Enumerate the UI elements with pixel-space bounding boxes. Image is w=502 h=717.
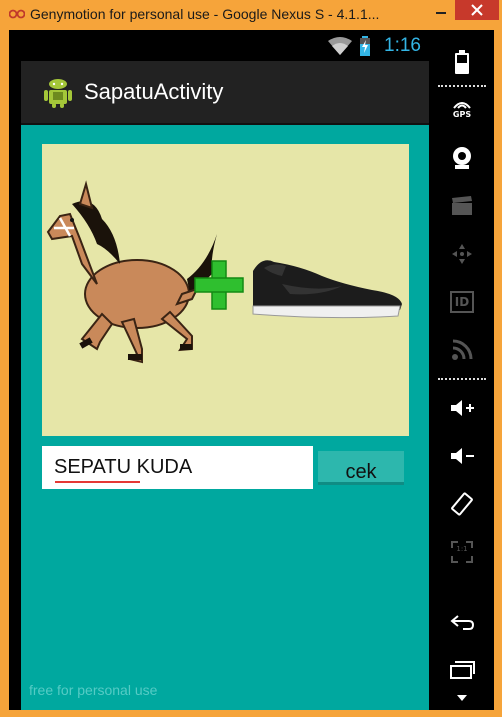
answer-input[interactable]: SEPATU KUDA bbox=[42, 446, 313, 489]
genymotion-icon bbox=[9, 9, 25, 19]
rss-icon bbox=[452, 339, 473, 360]
close-button[interactable] bbox=[455, 0, 499, 20]
gps-widget[interactable]: GPS bbox=[446, 92, 478, 124]
recent-apps-button[interactable] bbox=[446, 654, 478, 686]
battery-widget[interactable] bbox=[446, 46, 478, 78]
activity-title: SapatuActivity bbox=[84, 79, 224, 104]
watermark: free for personal use bbox=[29, 682, 158, 698]
window-title: Genymotion for personal use - Google Nex… bbox=[30, 6, 380, 22]
network-widget[interactable] bbox=[446, 334, 478, 366]
shoe-image bbox=[252, 260, 402, 319]
rotate-icon bbox=[451, 492, 473, 516]
wifi-icon bbox=[328, 37, 352, 55]
android-status-bar: 1:16 bbox=[21, 31, 429, 61]
activity-content: SEPATU KUDA cek free for personal use bbox=[21, 125, 429, 710]
dpad-widget[interactable] bbox=[446, 238, 478, 270]
battery-icon bbox=[455, 50, 469, 74]
battery-charging-icon bbox=[360, 36, 370, 56]
chevron-down-icon bbox=[457, 695, 467, 701]
separator bbox=[438, 85, 486, 87]
gps-label: GPS bbox=[452, 109, 472, 119]
answer-text: SEPATU KUDA bbox=[54, 456, 193, 478]
check-button-label: cek bbox=[345, 461, 377, 483]
check-button[interactable]: cek bbox=[318, 451, 404, 485]
pixel-perfect-button[interactable]: 1:1 bbox=[446, 536, 478, 568]
id-label: ID bbox=[449, 291, 475, 313]
volume-down-icon bbox=[451, 448, 474, 464]
clock: 1:16 bbox=[384, 35, 421, 56]
spellcheck-underline bbox=[55, 481, 140, 483]
screencast-widget[interactable] bbox=[446, 190, 478, 222]
device-id-widget[interactable]: ID bbox=[446, 286, 478, 318]
camera-widget[interactable] bbox=[446, 142, 478, 174]
recent-apps-icon bbox=[450, 661, 475, 679]
separator bbox=[438, 378, 486, 380]
rotate-button[interactable] bbox=[446, 488, 478, 520]
emulator-window: Genymotion for personal use - Google Nex… bbox=[0, 0, 502, 717]
puzzle-image bbox=[42, 144, 409, 436]
volume-up-button[interactable] bbox=[446, 392, 478, 424]
close-icon bbox=[471, 4, 483, 16]
dpad-icon bbox=[452, 244, 472, 264]
action-bar: SapatuActivity bbox=[21, 61, 429, 125]
back-icon bbox=[450, 615, 475, 630]
more-arrow[interactable] bbox=[446, 690, 478, 706]
minimize-button[interactable] bbox=[428, 0, 454, 20]
window-titlebar[interactable]: Genymotion for personal use - Google Nex… bbox=[0, 0, 502, 30]
volume-up-icon bbox=[451, 400, 474, 416]
genymotion-side-toolbar: GPS ID 1:1 bbox=[430, 30, 494, 710]
horse-image bbox=[46, 180, 217, 364]
android-app-icon[interactable] bbox=[41, 75, 75, 109]
volume-down-button[interactable] bbox=[446, 440, 478, 472]
webcam-icon bbox=[453, 147, 471, 169]
ratio-label: 1:1 bbox=[456, 545, 468, 553]
back-button[interactable] bbox=[446, 606, 478, 638]
clapperboard-icon bbox=[452, 196, 472, 215]
gps-icon bbox=[453, 101, 471, 109]
minimize-icon bbox=[436, 12, 446, 14]
